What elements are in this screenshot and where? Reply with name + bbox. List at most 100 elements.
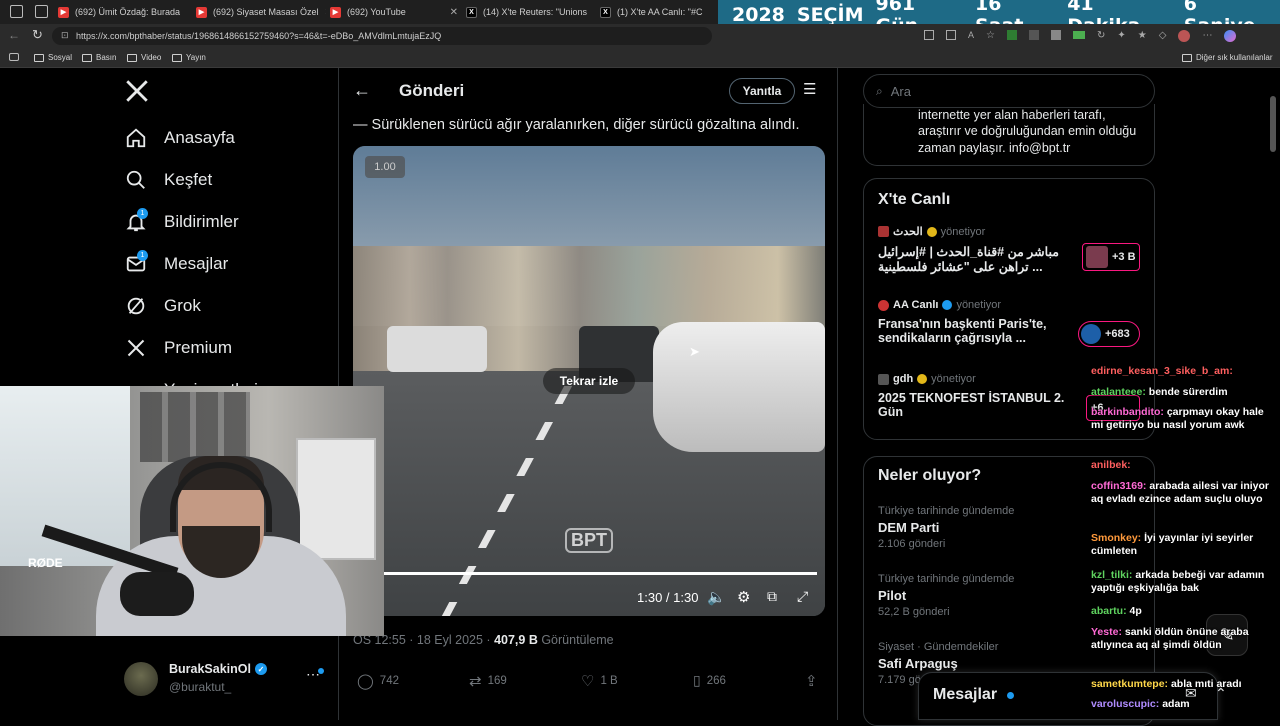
close-tab-icon[interactable]: ✕: [325, 7, 326, 18]
chat-user: barkinbandito:: [1091, 406, 1164, 418]
live-listeners-badge: +3 B: [1082, 243, 1140, 271]
nav-label: Premium: [164, 338, 233, 357]
search-input[interactable]: ⌕ Ara: [863, 74, 1155, 108]
bookmark-folder[interactable]: Basın: [82, 53, 116, 62]
bookmark-label: Basın: [96, 53, 117, 62]
chat-user: abartu:: [1091, 605, 1127, 617]
bookmark-folder[interactable]: Video: [127, 53, 161, 62]
chat-user: anilbek:: [1091, 459, 1131, 471]
tab-label: (14) X'te Reuters: "Unions: [483, 7, 587, 17]
x-premium-icon: [124, 336, 148, 360]
countdown-label: SEÇİM: [796, 4, 864, 26]
nav-premium[interactable]: Premium: [124, 336, 232, 360]
tab-2[interactable]: ▶ (692) Siyaset Masası Özel ✕: [196, 2, 326, 22]
verified-gold-icon: [917, 374, 928, 384]
settings-gear-icon[interactable]: ⚙: [737, 588, 750, 606]
extension-icon[interactable]: [924, 30, 934, 40]
pip-icon[interactable]: ⧉: [767, 588, 777, 605]
video-player[interactable]: 1.00 Tekrar izle BPT 1:30 / 1:30 🔈 ⚙ ⧉ ⤢: [353, 146, 825, 616]
tab-3[interactable]: ▶ (692) YouTube ✕: [330, 2, 458, 22]
tab-5[interactable]: X (1) X'te AA Canlı: "#C: [600, 2, 718, 22]
folder-icon: [34, 53, 44, 62]
fullscreen-icon[interactable]: ⤢: [797, 588, 808, 605]
more-icon[interactable]: ⋯: [1202, 30, 1212, 42]
live-item[interactable]: الحدث yönetiyor مباشر من #قناة_الحدث | #إ…: [878, 225, 1148, 287]
ext-battery-icon[interactable]: [1072, 31, 1085, 39]
nav-grok[interactable]: Grok: [124, 294, 201, 318]
folder-icon: [82, 53, 92, 62]
close-tab-icon[interactable]: ✕: [450, 7, 458, 18]
host-role: yönetiyor: [940, 225, 986, 238]
reposts-count: 169: [487, 675, 507, 687]
bookmark-label: Sosyal: [48, 53, 73, 62]
like-action[interactable]: ♡ 1 B: [581, 672, 618, 690]
chat-message: edirne_kesan_3_sike_b_am:: [1091, 365, 1273, 378]
ext-icon-2[interactable]: [1028, 30, 1039, 40]
verified-icon: ✓: [254, 663, 267, 675]
site-info-icon[interactable]: ⊡: [61, 30, 69, 41]
live-item[interactable]: AA Canlı yönetiyor Fransa'nın başkenti Pa…: [878, 299, 1148, 361]
nav-home[interactable]: Anasayfa: [124, 126, 235, 150]
tab-1[interactable]: ▶ (692) Ümit Özdağ: Burada: [58, 2, 184, 22]
reload-icon[interactable]: ↻: [32, 27, 43, 43]
bookmark-folder[interactable]: Yayın: [172, 53, 206, 62]
video-time: 1:30 / 1:30: [637, 590, 699, 605]
other-bookmarks[interactable]: Diğer sık kullanılanlar: [1182, 53, 1272, 62]
repost-icon: ⇄: [469, 673, 482, 690]
chat-user: Yeste:: [1091, 626, 1122, 638]
x-logo-icon[interactable]: [124, 78, 152, 106]
tab-actions-icon[interactable]: [35, 5, 48, 18]
mic-brand-label: RØDE: [28, 556, 63, 570]
heart-icon: ♡: [581, 673, 595, 690]
verified-gold-icon: [926, 226, 937, 237]
ext-green-icon[interactable]: [1006, 30, 1017, 40]
shield-icon[interactable]: ◇: [1159, 30, 1167, 42]
nav-explore[interactable]: Keşfet: [124, 168, 212, 192]
back-arrow-icon[interactable]: ←: [353, 80, 371, 101]
ext-icon-3[interactable]: [1050, 30, 1061, 40]
host-avatar: [878, 226, 889, 237]
bookmarks-count: 266: [706, 674, 726, 687]
puzzle-icon[interactable]: ✦: [1117, 30, 1125, 42]
tab-4[interactable]: X (14) X'te Reuters: "Unions ✕: [466, 2, 590, 22]
chat-message: anilbek:: [1091, 459, 1273, 472]
trend-context: Türkiye tarihinde gündemde: [878, 505, 1015, 517]
share-icon[interactable]: ⇪: [805, 672, 818, 690]
nav-notifications[interactable]: 1 Bildirimler: [124, 208, 239, 234]
bookmark-toggle-icon[interactable]: [9, 53, 19, 61]
scrollbar[interactable]: [1270, 96, 1276, 152]
replies-count: 742: [379, 675, 399, 687]
favorite-icon[interactable]: ☆: [986, 30, 995, 42]
video-progress-track[interactable]: [383, 572, 817, 575]
folder-icon: [1182, 53, 1192, 62]
grok-icon: [124, 294, 148, 318]
favorites-bar-icon[interactable]: ★: [1138, 30, 1147, 42]
nav-label: Grok: [164, 296, 201, 315]
bookmark-folder[interactable]: Sosyal: [34, 53, 72, 62]
live-panel: X'te Canlı الحدث yönetiyor مباشر من #قناة…: [863, 178, 1155, 440]
bookmarks-bar: Sosyal Basın Video Yayın Diğer sık kulla…: [0, 48, 1280, 68]
browser-menu-icon[interactable]: [10, 5, 23, 18]
post-text: — Sürüklenen sürücü ağır yaralanırken, d…: [353, 117, 800, 133]
reply-button[interactable]: Yanıtla: [729, 78, 795, 104]
repost-action[interactable]: ⇄ 169: [469, 672, 507, 690]
read-aloud-icon[interactable]: A: [968, 30, 974, 42]
back-icon[interactable]: ←: [8, 28, 20, 42]
nav-messages[interactable]: 1 Mesajlar: [124, 250, 228, 276]
bookmark-action[interactable]: ▯ 266: [693, 672, 726, 689]
volume-icon[interactable]: 🔈: [707, 588, 726, 606]
filter-settings-icon[interactable]: ☰: [803, 80, 816, 98]
profile-avatar-icon[interactable]: [1178, 30, 1191, 42]
url-bar[interactable]: ⊡ https://x.com/bpthaber/status/19686148…: [52, 27, 712, 45]
webcam-frames: [140, 392, 250, 462]
copilot-icon[interactable]: [1224, 30, 1237, 42]
refresh-ext-icon[interactable]: ↻: [1097, 30, 1105, 42]
toolbar-icons: A ☆ ↻ ✦ ★ ◇ ⋯: [924, 30, 1237, 42]
replay-button[interactable]: Tekrar izle: [543, 368, 635, 394]
avatar: [124, 662, 158, 696]
host-name: الحدث: [893, 226, 923, 238]
chat-message: kzl_tilki: arkada bebeği var adamın yapt…: [1091, 569, 1275, 595]
apps-icon[interactable]: [946, 30, 956, 40]
account-switcher[interactable]: BurakSakinOl ✓ @buraktut_ ⋯: [124, 660, 328, 696]
reply-action[interactable]: ◯ 742: [357, 672, 399, 690]
